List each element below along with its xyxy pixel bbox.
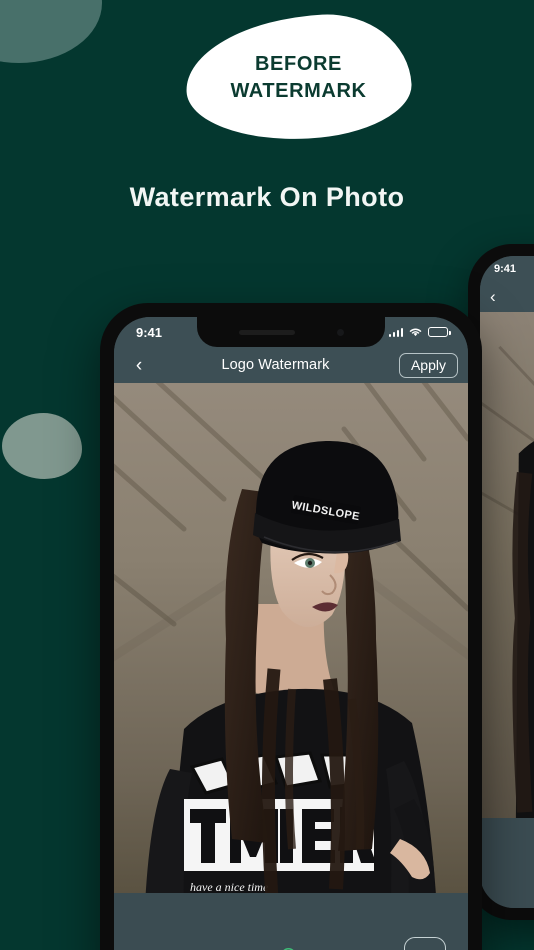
status-indicators (388, 326, 451, 338)
nav-bar: ‹ Logo Watermark Apply (114, 347, 468, 383)
photo-canvas[interactable]: have a nice time WILDSLOPE (114, 383, 468, 893)
battery-icon (428, 327, 451, 337)
phone-front-screen: 9:41 ‹ Logo Watermark Apply have a nice … (114, 317, 468, 950)
page-headline: Watermark On Photo (129, 182, 405, 212)
decorative-blob-top-left (0, 0, 102, 63)
location-pin-icon[interactable] (271, 941, 305, 950)
apply-button[interactable]: Apply (398, 352, 458, 378)
phone-back-navbar: ‹ (480, 282, 534, 312)
editor-toolbar-items (114, 933, 468, 950)
close-icon[interactable] (138, 941, 172, 950)
badge-line-2: WATERMARK (230, 79, 367, 102)
photo-illustration: have a nice time WILDSLOPE (114, 383, 468, 893)
notch-camera (336, 328, 344, 336)
person-icon[interactable] (338, 941, 372, 950)
wifi-icon (409, 328, 422, 337)
signal-icon (388, 327, 403, 337)
chevron-left-icon[interactable]: ‹ (490, 287, 496, 307)
phone-back-screen: 9:41 ‹ (480, 256, 534, 908)
svg-text:have a nice time: have a nice time (190, 880, 269, 893)
add-button[interactable] (404, 937, 446, 950)
decorative-blob-left (2, 413, 82, 479)
badge-text: BEFORE WATERMARK (186, 16, 411, 139)
plus-icon (413, 946, 437, 950)
phone-back-photo (480, 312, 534, 818)
paint-roller-icon[interactable] (205, 941, 239, 950)
photo-illustration-back (480, 312, 534, 818)
before-watermark-badge: BEFORE WATERMARK (182, 10, 415, 145)
phone-back-time: 9:41 (494, 263, 517, 275)
chevron-left-icon[interactable]: ‹ (126, 352, 152, 378)
device-notch (197, 317, 385, 347)
editor-toolbar (114, 893, 468, 950)
status-time: 9:41 (136, 324, 163, 340)
phone-back-toolbar (480, 818, 534, 908)
page-title: Logo Watermark (221, 357, 330, 373)
notch-speaker (238, 329, 295, 335)
phone-mockup-front: 9:41 ‹ Logo Watermark Apply have a nice … (100, 303, 482, 950)
close-icon[interactable] (526, 840, 534, 874)
phone-back-statusbar: 9:41 (480, 256, 534, 282)
badge-line-1: BEFORE (255, 52, 342, 75)
